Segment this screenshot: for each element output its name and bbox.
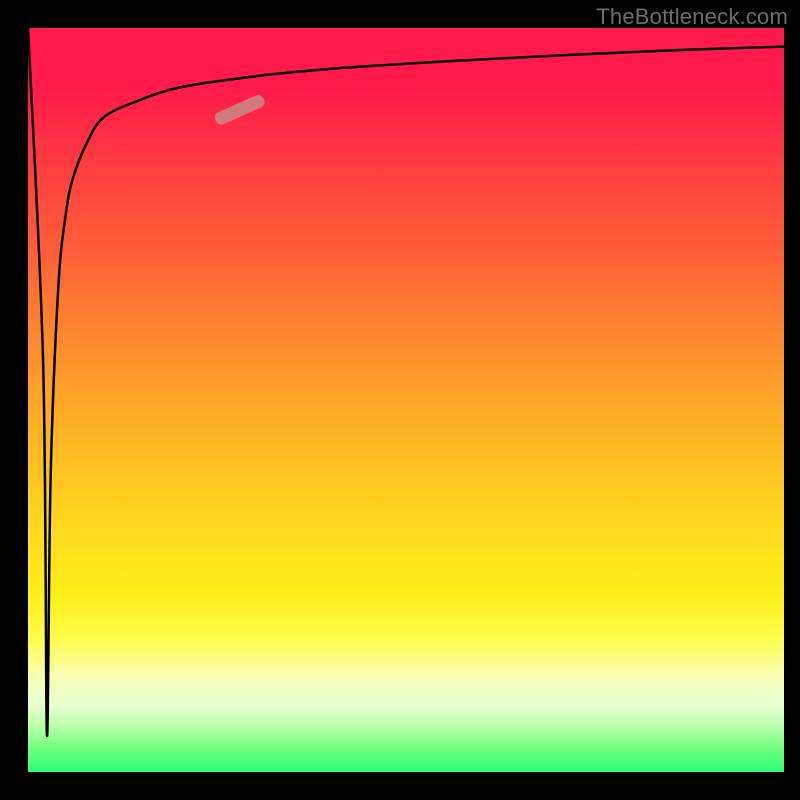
curve-layer [28,28,784,772]
chart-stage: TheBottleneck.com [0,0,800,800]
bottleneck-curve [28,28,784,736]
highlight-marker [213,93,267,126]
watermark-text: TheBottleneck.com [596,4,788,30]
